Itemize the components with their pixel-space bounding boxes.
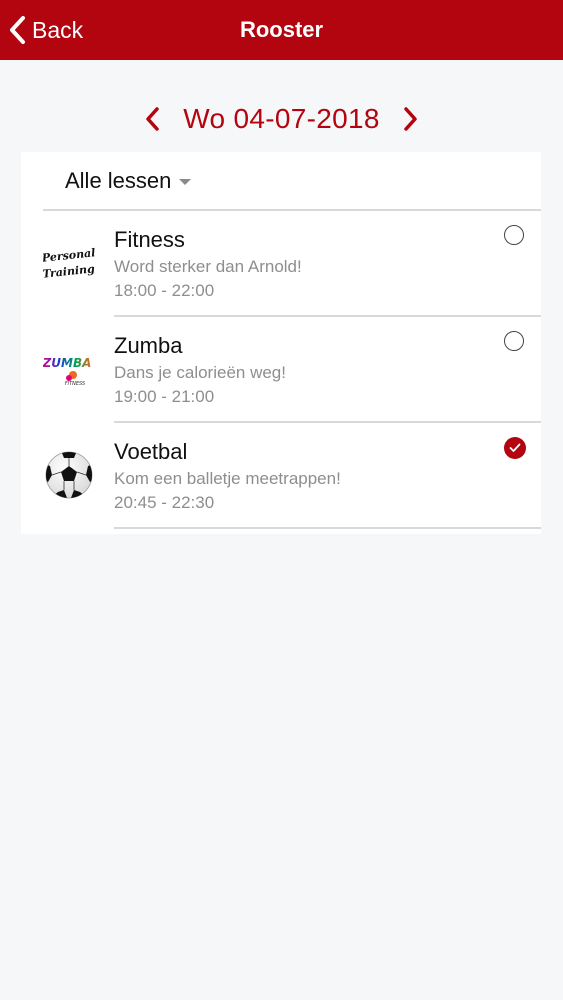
lesson-title: Zumba bbox=[114, 333, 183, 358]
checkmark-icon bbox=[509, 443, 521, 452]
lesson-title: Fitness bbox=[114, 227, 185, 252]
lesson-description: Kom een balletje meetrappen! bbox=[114, 469, 341, 488]
chevron-left-icon bbox=[146, 107, 160, 131]
lesson-select-radio[interactable] bbox=[504, 225, 524, 245]
chevron-right-icon bbox=[403, 107, 417, 131]
previous-day-button[interactable] bbox=[139, 99, 165, 139]
back-button[interactable]: Back bbox=[8, 12, 83, 48]
lesson-item-fitness[interactable]: Personal Training Fitness Word sterker d… bbox=[21, 211, 541, 317]
logo-text: Training bbox=[43, 262, 95, 280]
current-date: Wo 04-07-2018 bbox=[183, 103, 380, 134]
divider bbox=[114, 527, 541, 529]
lesson-title: Voetbal bbox=[114, 439, 188, 464]
back-label: Back bbox=[32, 16, 84, 43]
lesson-item-voetbal[interactable]: Voetbal Kom een balletje meetrappen! 20:… bbox=[21, 423, 541, 529]
lesson-item-zumba[interactable]: ZUMBA FITNESS Zumba Dans je calorieën we… bbox=[21, 317, 541, 423]
next-day-button[interactable] bbox=[398, 99, 424, 139]
logo-text: ZUMBA bbox=[43, 356, 91, 370]
navigation-bar: Back Rooster bbox=[0, 0, 563, 60]
caret-down-icon bbox=[179, 179, 192, 185]
lesson-select-radio[interactable] bbox=[504, 437, 526, 459]
lesson-filter-label: Alle lessen bbox=[65, 168, 172, 193]
lesson-time: 19:00 - 21:00 bbox=[114, 387, 215, 406]
lesson-list-card: Alle lessen Personal Training Fitness Wo… bbox=[21, 152, 541, 534]
chevron-left-icon bbox=[10, 16, 25, 44]
lesson-description: Word sterker dan Arnold! bbox=[114, 257, 302, 276]
date-navigator: Wo 04-07-2018 bbox=[0, 96, 563, 142]
zumba-logo: ZUMBA FITNESS bbox=[43, 343, 95, 395]
soccer-ball-icon bbox=[43, 449, 95, 501]
page-title: Rooster bbox=[239, 17, 324, 42]
personal-training-logo: Personal Training bbox=[43, 237, 95, 289]
lesson-time: 20:45 - 22:30 bbox=[114, 493, 215, 512]
lesson-time: 18:00 - 22:00 bbox=[114, 281, 215, 300]
lesson-filter-dropdown[interactable]: Alle lessen bbox=[65, 166, 192, 196]
lesson-description: Dans je calorieën weg! bbox=[114, 363, 286, 382]
lesson-select-radio[interactable] bbox=[504, 331, 524, 351]
logo-text: FITNESS bbox=[65, 381, 86, 387]
